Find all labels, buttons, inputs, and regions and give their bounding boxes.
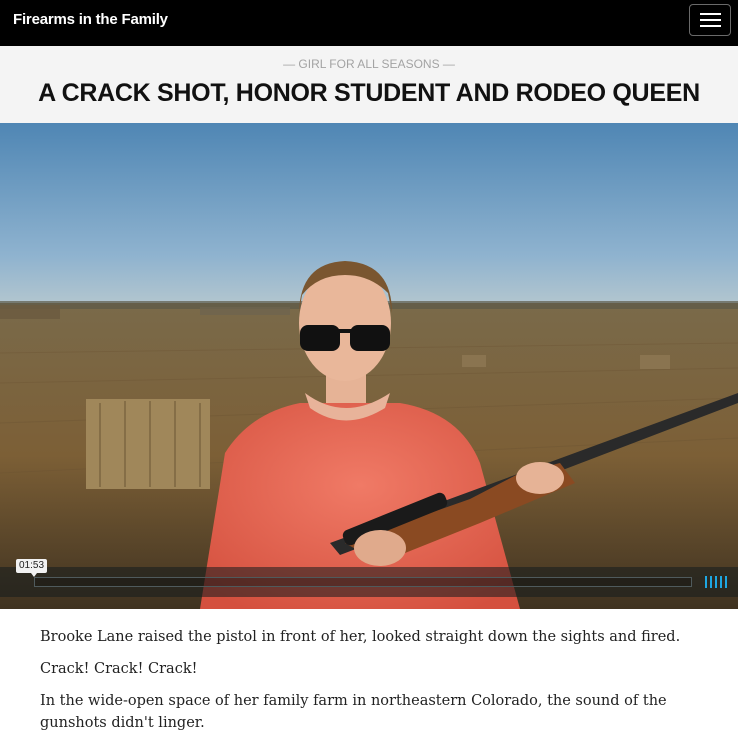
video-controls	[0, 567, 738, 597]
article-header: — GIRL FOR ALL SEASONS — A CRACK SHOT, H…	[0, 46, 738, 123]
article-body: Brooke Lane raised the pistol in front o…	[40, 626, 700, 744]
video-player[interactable]: 01:53	[0, 123, 738, 609]
section-kicker: — GIRL FOR ALL SEASONS —	[283, 57, 455, 71]
time-indicator: 01:53	[16, 559, 48, 577]
progress-bar[interactable]	[34, 577, 692, 587]
paragraph: Crack! Crack! Crack!	[40, 661, 198, 677]
headline: A CRACK SHOT, HONOR STUDENT AND RODEO QU…	[38, 79, 700, 107]
video-frame-image	[0, 123, 738, 609]
volume-bars-icon[interactable]	[705, 576, 729, 588]
paragraph: Brooke Lane raised the pistol in front o…	[40, 629, 681, 645]
menu-button[interactable]	[689, 4, 731, 36]
site-title[interactable]: Firearms in the Family	[13, 11, 168, 28]
paragraph: In the wide-open space of her family far…	[40, 693, 667, 731]
top-nav-bar: Firearms in the Family	[0, 0, 738, 46]
